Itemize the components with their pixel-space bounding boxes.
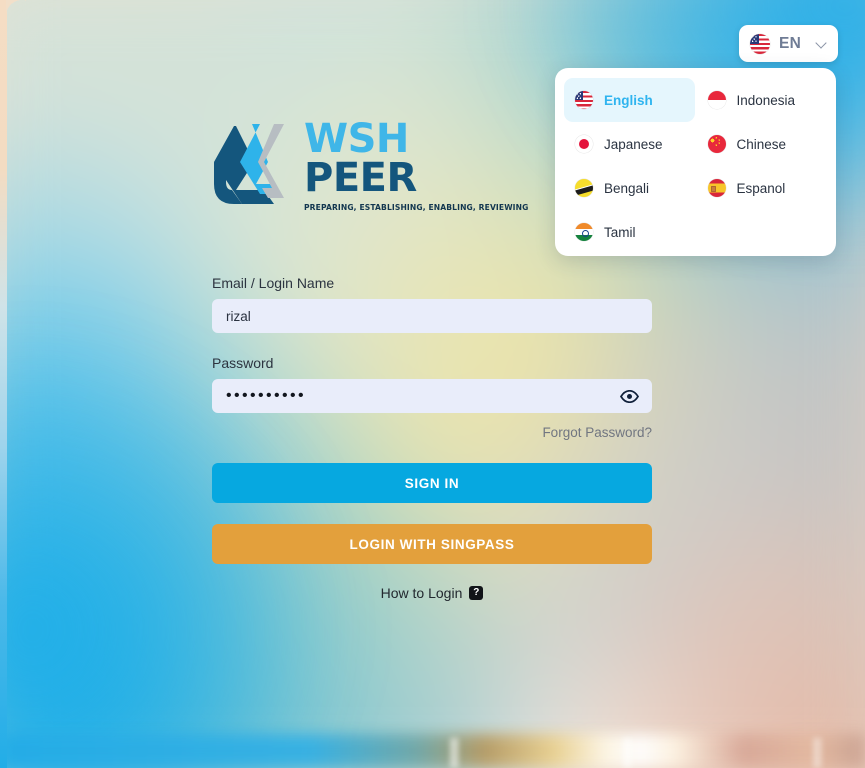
- login-with-singpass-button[interactable]: LOGIN WITH SINGPASS: [212, 524, 652, 564]
- help-question-icon[interactable]: ?: [469, 586, 484, 600]
- email-label: Email / Login Name: [212, 275, 335, 291]
- how-to-login-link[interactable]: How to Login ?: [212, 585, 652, 601]
- eye-icon[interactable]: [619, 386, 639, 406]
- logo-tagline: PREPARING, ESTABLISHING, ENABLING, REVIE…: [304, 202, 529, 212]
- language-selector-button[interactable]: EN: [739, 25, 838, 62]
- brand-logo: WSH PEER PREPARING, ESTABLISHING, ENABLI…: [212, 118, 652, 218]
- us-flag-icon: [750, 33, 770, 54]
- indonesia-flag-icon: [707, 91, 726, 109]
- language-option-chinese[interactable]: Chinese: [697, 122, 828, 166]
- forgot-password-link[interactable]: Forgot Password?: [542, 425, 652, 440]
- brand-wordmark: WSH PEER PREPARING, ESTABLISHING, ENABLI…: [304, 116, 529, 212]
- forgot-password-row: Forgot Password?: [212, 424, 652, 442]
- chevron-down-icon: [816, 38, 827, 49]
- password-field-group: Password ••••••••••: [212, 355, 652, 413]
- how-to-login-label: How to Login: [380, 585, 463, 601]
- language-option-english[interactable]: English: [564, 78, 695, 122]
- window-left-edge: [0, 0, 7, 768]
- login-page: EN English Indonesia Japanese Chinese Be…: [0, 0, 865, 768]
- language-code-label: EN: [779, 34, 802, 52]
- language-option-label: Indonesia: [736, 92, 796, 108]
- login-form: WSH PEER PREPARING, ESTABLISHING, ENABLI…: [212, 118, 652, 601]
- china-flag-icon: [707, 135, 726, 153]
- language-option-label: Espanol: [736, 180, 786, 196]
- sign-in-button[interactable]: SIGN IN: [212, 463, 652, 503]
- language-option-label: Chinese: [736, 136, 787, 152]
- logo-line-peer: PEER: [304, 154, 417, 201]
- language-option-indonesia[interactable]: Indonesia: [697, 78, 828, 122]
- email-input[interactable]: [212, 299, 652, 333]
- window-corner-top-left: [6, 0, 26, 20]
- wsh-peer-chevron-logo-icon: [214, 124, 284, 204]
- password-label: Password: [212, 355, 274, 371]
- language-option-label: English: [604, 92, 653, 108]
- email-field-group: Email / Login Name: [212, 275, 652, 333]
- spain-flag-icon: [707, 179, 726, 197]
- password-input[interactable]: ••••••••••: [212, 379, 652, 413]
- language-option-espanol[interactable]: Espanol: [697, 166, 828, 210]
- us-flag-icon: [575, 91, 593, 109]
- logo-line-wsh: WSH: [304, 116, 409, 162]
